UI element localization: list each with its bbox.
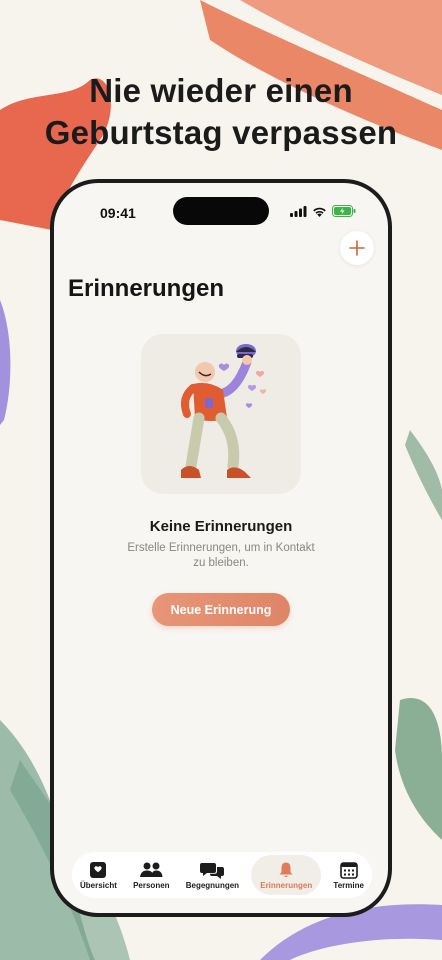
headline: Nie wieder einen Geburtstag verpassen (0, 70, 442, 154)
tab-uebersicht[interactable]: Übersicht (76, 855, 121, 895)
tab-label: Begegnungen (185, 880, 240, 890)
wifi-icon (313, 207, 326, 217)
battery-icon (332, 205, 356, 217)
status-time: 09:41 (100, 205, 136, 221)
tab-label: Übersicht (80, 880, 117, 890)
phone-screen: 09:41 Erinnerungen Keine Erinnerungen Er… (54, 183, 388, 913)
status-icons (290, 205, 356, 217)
tab-termine[interactable]: Termine (329, 855, 368, 895)
chat-bubbles-icon (200, 862, 225, 879)
empty-state-subtitle-line-2: zu bleiben. (193, 557, 249, 569)
people-icon (140, 862, 163, 877)
page-title: Erinnerungen (68, 275, 225, 302)
dynamic-island (173, 197, 269, 225)
tab-label: Erinnerungen (260, 880, 313, 890)
phone-frame: 09:41 Erinnerungen Keine Erinnerungen Er… (50, 179, 392, 917)
new-reminder-button[interactable]: Neue Erinnerung (152, 593, 290, 626)
plus-icon (349, 240, 365, 256)
person-with-hearts-illustration (181, 344, 267, 478)
headline-line-1: Nie wieder einen (89, 72, 353, 109)
calendar-icon (339, 861, 358, 879)
empty-state-subtitle-line-1: Erstelle Erinnerungen, um in Kontakt (127, 542, 315, 554)
empty-state-title: Keine Erinnerungen (149, 518, 293, 535)
tab-erinnerungen[interactable]: Erinnerungen (251, 855, 322, 895)
tab-label: Personen (133, 880, 170, 890)
signal-icon (290, 205, 307, 217)
tab-label: Termine (333, 880, 364, 890)
heart-square-icon (90, 861, 107, 878)
tab-begegnungen[interactable]: Begegnungen (182, 855, 243, 895)
tab-bar: Übersicht Personen Begegnungen Erinnerun… (72, 852, 372, 898)
bell-icon (279, 862, 293, 877)
add-button[interactable] (340, 231, 374, 265)
tab-personen[interactable]: Personen (129, 855, 173, 895)
empty-state-subtitle: Erstelle Erinnerungen, um in Kontakt zu … (116, 541, 326, 571)
empty-state-illustration (141, 334, 301, 494)
headline-line-2: Geburtstag verpassen (44, 114, 398, 151)
